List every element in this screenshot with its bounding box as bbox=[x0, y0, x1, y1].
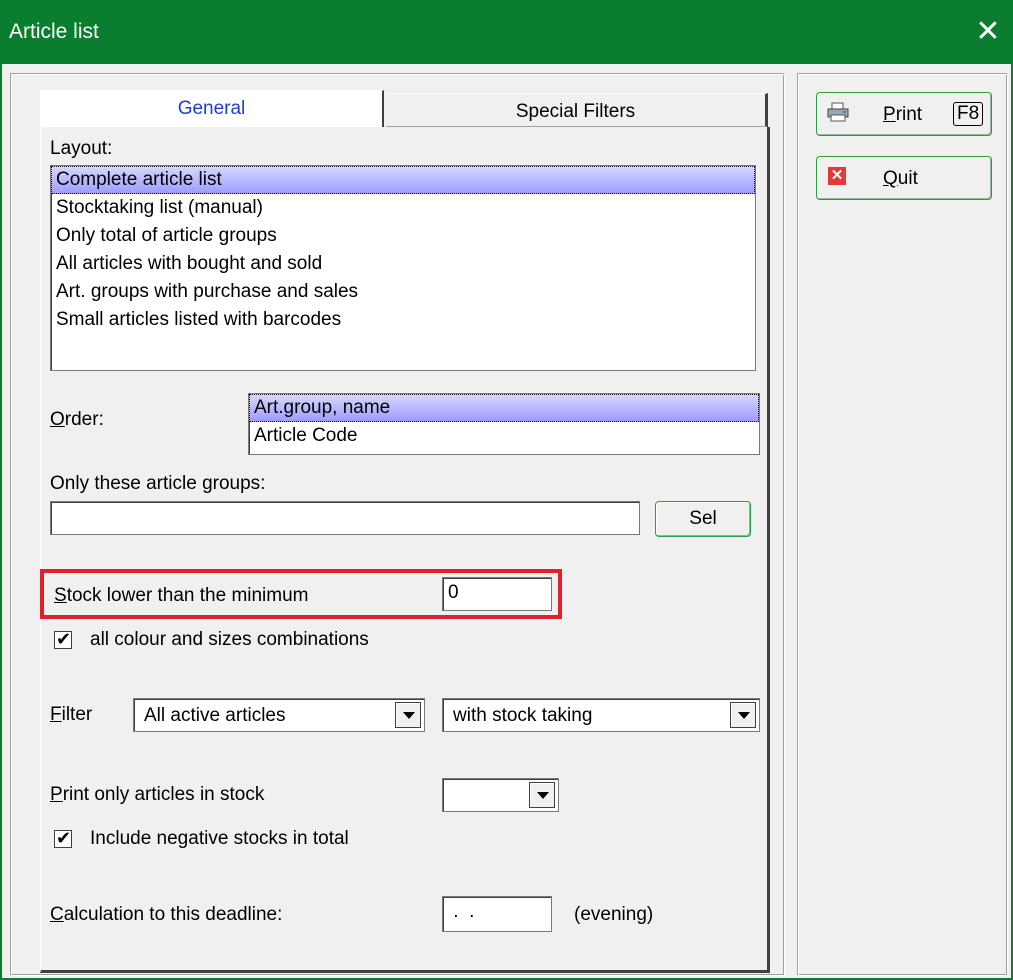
f8-key-badge: F8 bbox=[953, 102, 984, 126]
deadline-rest: alculation to this deadline: bbox=[63, 904, 283, 925]
print-rest: rint bbox=[895, 104, 923, 125]
print-only-stock-mnemonic: P bbox=[50, 784, 63, 805]
filter-mnemonic: F bbox=[50, 704, 62, 725]
close-icon[interactable]: ✕ bbox=[963, 0, 1013, 64]
filter-label: Filter bbox=[50, 704, 92, 726]
quit-label: Quit bbox=[883, 168, 918, 190]
order-label-mnemonic: O bbox=[50, 409, 65, 430]
list-item[interactable]: Art.group, name bbox=[249, 394, 759, 422]
order-label: Order: bbox=[50, 409, 104, 431]
quit-x-icon: ✕ bbox=[828, 167, 846, 185]
tab-general[interactable]: General bbox=[40, 90, 384, 127]
check-mark-icon: ✔ bbox=[56, 629, 72, 649]
negative-stocks-label: Include negative stocks in total bbox=[90, 828, 349, 849]
stock-minimum-rest: tock lower than the minimum bbox=[66, 585, 309, 606]
filter-rest: ilter bbox=[61, 704, 93, 725]
sel-button[interactable]: Sel bbox=[655, 501, 751, 537]
filter-active-value: All active articles bbox=[144, 705, 286, 726]
article-groups-input[interactable] bbox=[50, 501, 640, 535]
print-label: Print bbox=[883, 104, 922, 126]
list-item[interactable]: Only total of article groups bbox=[51, 222, 755, 250]
check-mark-icon: ✔ bbox=[56, 828, 72, 848]
right-frame bbox=[797, 73, 1008, 976]
list-item[interactable]: Art. groups with purchase and sales bbox=[51, 278, 755, 306]
print-button[interactable]: Print F8 bbox=[816, 92, 992, 136]
dialog-body: General Special Filters Layout: Complete… bbox=[0, 64, 1013, 980]
print-only-stock-label: Print only articles in stock bbox=[50, 784, 264, 806]
list-item[interactable]: Complete article list bbox=[51, 166, 755, 194]
chevron-down-icon[interactable] bbox=[395, 702, 421, 728]
list-item[interactable]: Stocktaking list (manual) bbox=[51, 194, 755, 222]
combinations-checkbox[interactable]: ✔ bbox=[54, 629, 72, 649]
chevron-down-icon[interactable] bbox=[529, 782, 555, 808]
order-label-rest: rder: bbox=[64, 409, 104, 430]
quit-mnemonic: Q bbox=[883, 168, 898, 189]
print-only-stock-select[interactable] bbox=[442, 778, 559, 812]
deadline-suffix: (evening) bbox=[574, 904, 654, 925]
combinations-label: all colour and sizes combinations bbox=[90, 629, 369, 650]
list-item[interactable]: Small articles listed with barcodes bbox=[51, 306, 755, 334]
quit-button[interactable]: ✕ Quit bbox=[816, 156, 992, 200]
title-bar: Article list ✕ bbox=[0, 0, 1013, 64]
tab-special-filters[interactable]: Special Filters bbox=[386, 93, 768, 127]
deadline-mnemonic: C bbox=[50, 904, 64, 925]
printer-icon bbox=[827, 102, 849, 122]
layout-listbox[interactable]: Complete article list Stocktaking list (… bbox=[50, 165, 756, 371]
layout-label: Layout: bbox=[50, 138, 113, 159]
stock-minimum-mnemonic: S bbox=[54, 585, 67, 606]
stock-minimum-label: Stock lower than the minimum bbox=[54, 585, 309, 607]
window-title: Article list bbox=[9, 20, 99, 43]
negative-stocks-checkbox[interactable]: ✔ bbox=[54, 828, 72, 848]
stock-minimum-input[interactable]: 0 bbox=[442, 577, 552, 611]
list-item[interactable]: Article Code bbox=[249, 422, 759, 450]
filter-stocktaking-select[interactable]: with stock taking bbox=[442, 698, 760, 732]
print-mnemonic: P bbox=[883, 104, 896, 125]
chevron-down-icon[interactable] bbox=[730, 702, 756, 728]
deadline-input[interactable]: . . bbox=[442, 896, 552, 932]
order-listbox[interactable]: Art.group, name Article Code bbox=[248, 393, 760, 455]
quit-rest: uit bbox=[897, 168, 918, 189]
filter-active-select[interactable]: All active articles bbox=[133, 698, 425, 732]
filter-stocktaking-value: with stock taking bbox=[453, 705, 593, 726]
print-only-stock-rest: rint only articles in stock bbox=[62, 784, 265, 805]
deadline-label: Calculation to this deadline: bbox=[50, 904, 282, 926]
article-groups-label: Only these article groups: bbox=[50, 473, 266, 494]
list-item[interactable]: All articles with bought and sold bbox=[51, 250, 755, 278]
